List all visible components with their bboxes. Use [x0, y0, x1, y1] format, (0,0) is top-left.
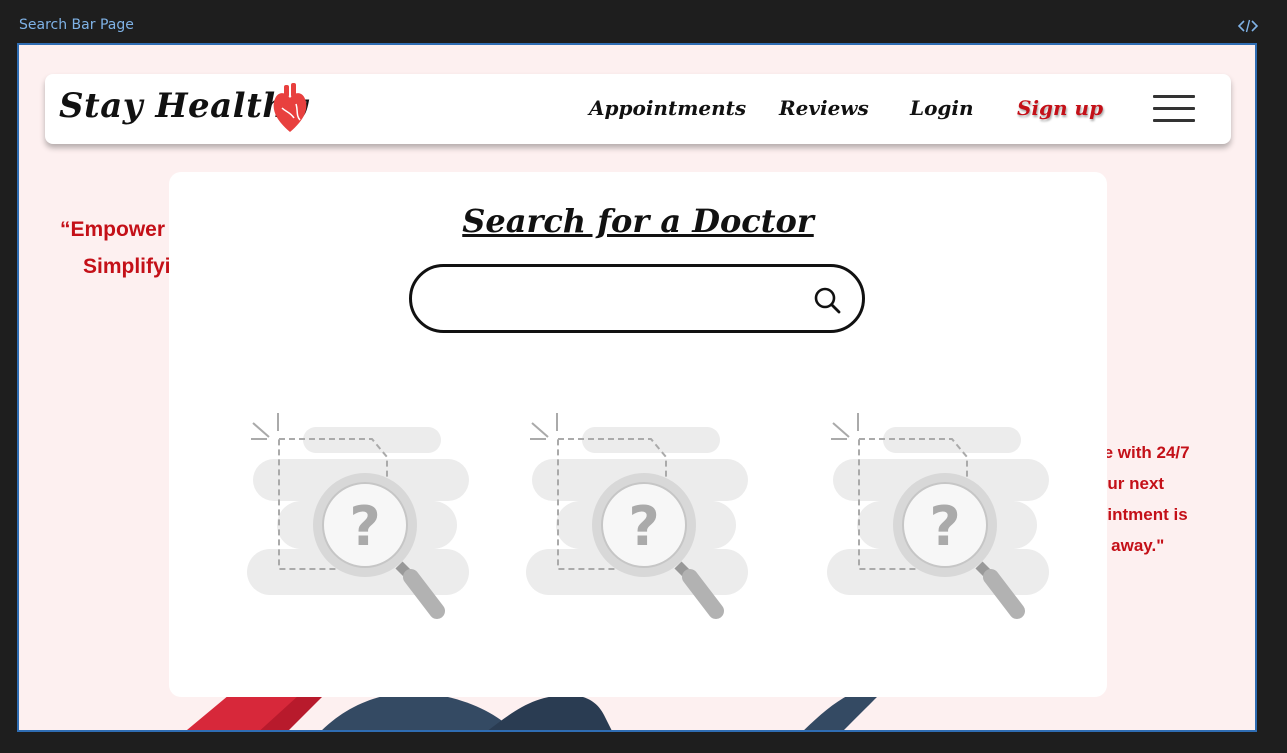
- code-icon[interactable]: [1237, 17, 1259, 35]
- nav-link-reviews[interactable]: Reviews: [779, 96, 869, 120]
- hero-right-line: our next: [1097, 474, 1165, 493]
- page-canvas: “Empower Simplifyi re with 24/7 our next…: [17, 43, 1257, 732]
- modal-title: Search for a Doctor: [462, 202, 814, 240]
- magnifier-question-icon: ?: [247, 413, 469, 619]
- hero-right-line: s away.": [1097, 536, 1165, 555]
- nav-link-login[interactable]: Login: [910, 96, 974, 120]
- search-bar[interactable]: [409, 264, 865, 333]
- search-modal: Search for a Doctor ? ? ?: [169, 172, 1107, 697]
- heart-icon: [273, 83, 307, 132]
- hero-right-line: pintment is: [1097, 505, 1188, 524]
- hero-quote-right: re with 24/7 our next pintment is s away…: [1097, 437, 1190, 561]
- search-icon[interactable]: [812, 285, 842, 315]
- hamburger-menu-icon[interactable]: [1153, 95, 1195, 123]
- svg-text:?: ?: [628, 495, 659, 558]
- nav-link-signup[interactable]: Sign up: [1017, 96, 1103, 120]
- frame-title: Search Bar Page: [19, 17, 134, 33]
- svg-text:?: ?: [349, 495, 380, 558]
- nav-link-appointments[interactable]: Appointments: [589, 96, 746, 120]
- hero-quote-line-1: “Empower: [60, 218, 166, 241]
- hero-right-line: re with 24/7: [1097, 443, 1190, 462]
- svg-text:?: ?: [929, 495, 960, 558]
- hero-quote-line-2: Simplifyi: [83, 255, 171, 278]
- magnifier-question-icon: ?: [526, 413, 748, 619]
- magnifier-question-icon: ?: [827, 413, 1049, 619]
- navbar: Stay Healthy Appointments Reviews Login …: [45, 74, 1231, 144]
- search-input[interactable]: [432, 281, 806, 319]
